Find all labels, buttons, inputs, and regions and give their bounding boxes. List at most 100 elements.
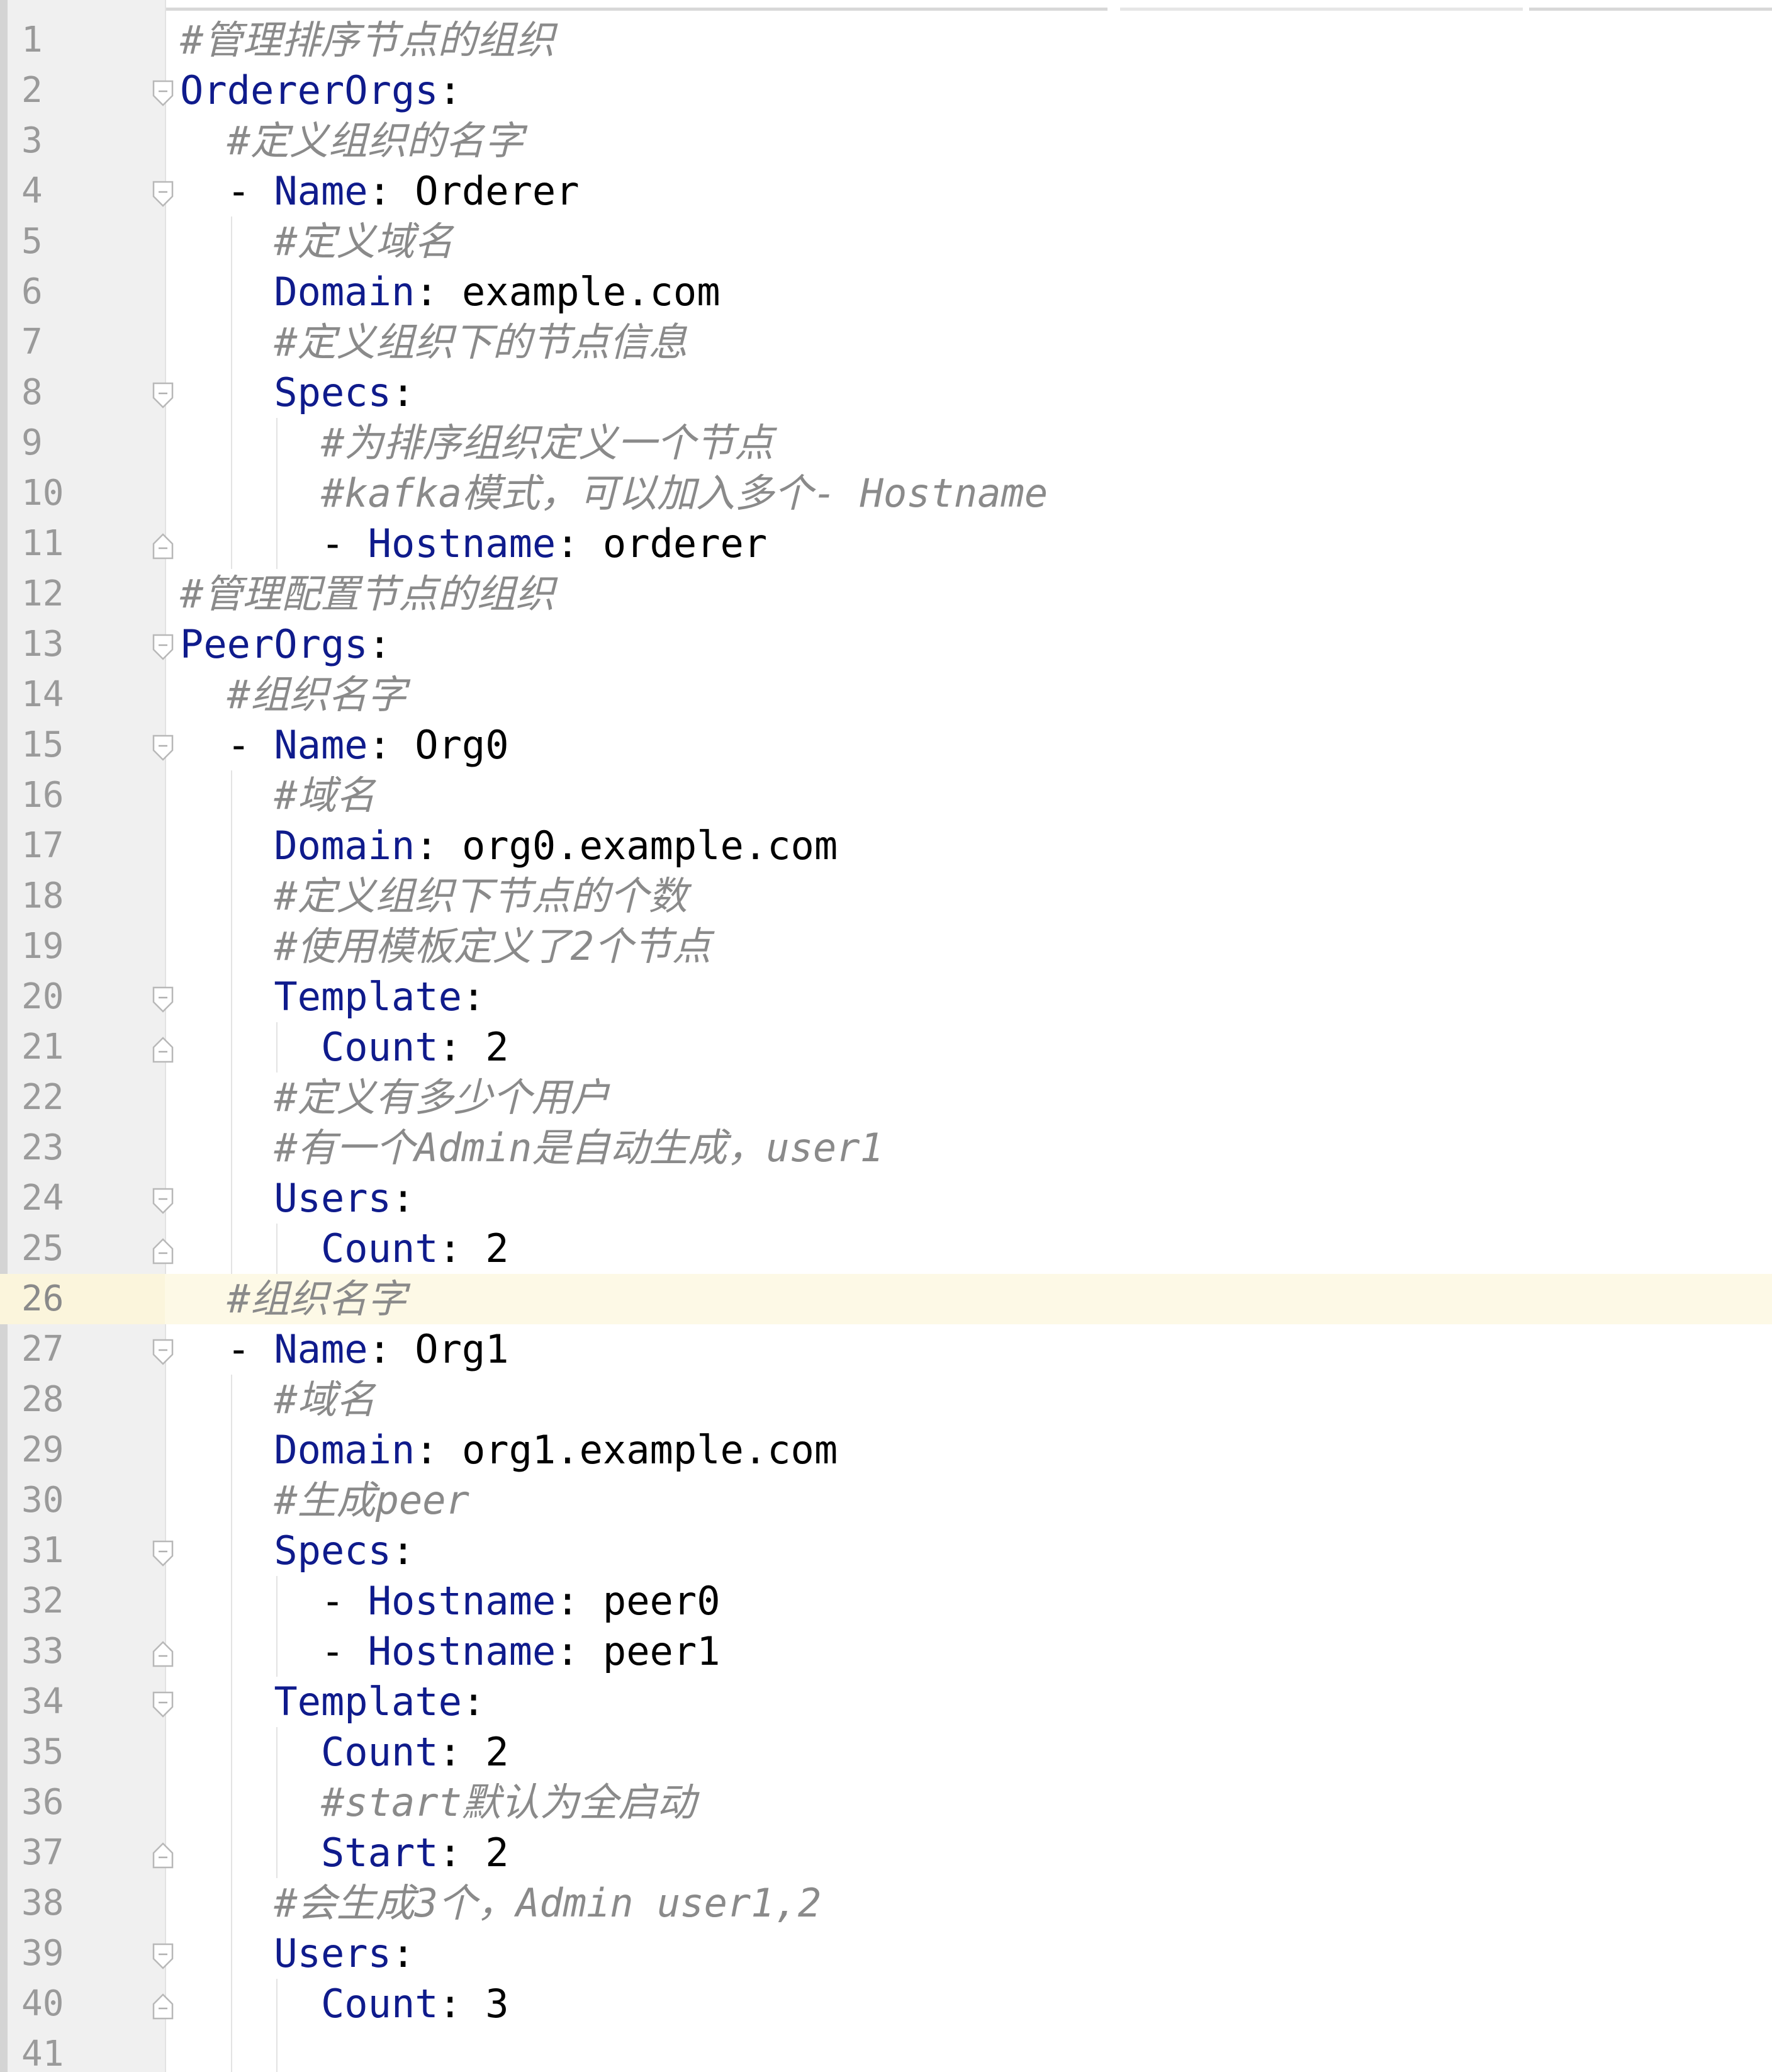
code-text[interactable]: #生成peer <box>180 1475 469 1526</box>
code-text[interactable]: - Name: Org0 <box>180 720 509 770</box>
code-line[interactable]: 34 Template: <box>0 1677 1772 1727</box>
code-line[interactable]: 39 Users: <box>0 1928 1772 1979</box>
code-line[interactable]: 14 #组织名字 <box>0 670 1772 720</box>
code-line[interactable]: 28 #域名 <box>0 1375 1772 1425</box>
fold-end-icon[interactable] <box>151 1993 175 2020</box>
code-line[interactable]: 10 #kafka模式，可以加入多个- Hostname <box>0 468 1772 519</box>
code-line[interactable]: 31 Specs: <box>0 1526 1772 1576</box>
code-text[interactable]: #定义域名 <box>180 217 453 267</box>
code-line[interactable]: 35 Count: 2 <box>0 1727 1772 1777</box>
code-text[interactable]: - Hostname: peer0 <box>180 1576 721 1626</box>
code-line[interactable]: 4 - Name: Orderer <box>0 166 1772 217</box>
fold-start-icon[interactable] <box>151 1942 175 1970</box>
code-line[interactable]: 19 #使用模板定义了2个节点 <box>0 921 1772 972</box>
fold-start-icon[interactable] <box>151 734 175 762</box>
code-text[interactable]: #有一个Admin是自动生成，user1 <box>180 1123 883 1173</box>
code-line[interactable]: 21 Count: 2 <box>0 1022 1772 1073</box>
code-text[interactable]: Count: 2 <box>180 1727 509 1777</box>
code-line[interactable]: 12 #管理配置节点的组织 <box>0 569 1772 619</box>
code-line[interactable]: 13 PeerOrgs: <box>0 619 1772 670</box>
code-text[interactable]: PeerOrgs: <box>180 619 391 670</box>
code-text[interactable]: Template: <box>180 1677 485 1727</box>
code-line[interactable]: 15 - Name: Org0 <box>0 720 1772 770</box>
code-text[interactable]: #会生成3个，Admin user1,2 <box>180 1878 821 1928</box>
code-text[interactable]: Count: 3 <box>180 1979 509 2029</box>
code-text[interactable]: Users: <box>180 1928 415 1979</box>
code-line[interactable]: 8 Specs: <box>0 368 1772 418</box>
fold-end-icon[interactable] <box>151 1237 175 1265</box>
code-line[interactable]: 6 Domain: example.com <box>0 267 1772 317</box>
fold-start-icon[interactable] <box>151 1540 175 1567</box>
code-line[interactable]: 11 - Hostname: orderer <box>0 519 1772 569</box>
code-text[interactable]: Count: 2 <box>180 1022 509 1073</box>
code-line[interactable]: 32 - Hostname: peer0 <box>0 1576 1772 1626</box>
code-line[interactable]: 20 Template: <box>0 972 1772 1022</box>
code-line[interactable]: 9 #为排序组织定义一个节点 <box>0 418 1772 468</box>
code-text[interactable]: #定义组织下节点的个数 <box>180 871 687 921</box>
fold-start-icon[interactable] <box>151 633 175 661</box>
code-text[interactable]: Users: <box>180 1173 415 1224</box>
code-text[interactable]: #start默认为全启动 <box>180 1777 696 1828</box>
code-line[interactable]: 22 #定义有多少个用户 <box>0 1073 1772 1123</box>
code-text[interactable]: Domain: example.com <box>180 267 720 317</box>
code-text[interactable]: - Name: Org1 <box>180 1324 509 1375</box>
code-line[interactable]: 18 #定义组织下节点的个数 <box>0 871 1772 921</box>
fold-start-icon[interactable] <box>151 180 175 208</box>
code-line[interactable]: 7 #定义组织下的节点信息 <box>0 317 1772 368</box>
code-text[interactable]: - Name: Orderer <box>180 166 580 217</box>
code-text[interactable]: Domain: org1.example.com <box>180 1425 838 1475</box>
fold-end-icon[interactable] <box>151 1036 175 1064</box>
code-line[interactable]: 16 #域名 <box>0 770 1772 821</box>
code-line[interactable]: 29 Domain: org1.example.com <box>0 1425 1772 1475</box>
code-line[interactable]: 26 #组织名字 <box>0 1274 1772 1324</box>
code-line[interactable]: 23 #有一个Admin是自动生成，user1 <box>0 1123 1772 1173</box>
code-line[interactable]: 3 #定义组织的名字 <box>0 116 1772 166</box>
code-text[interactable]: #定义组织下的节点信息 <box>180 317 687 368</box>
code-text[interactable]: #为排序组织定义一个节点 <box>180 418 773 468</box>
code-line[interactable]: 25 Count: 2 <box>0 1224 1772 1274</box>
fold-end-icon[interactable] <box>151 1640 175 1668</box>
fold-start-icon[interactable] <box>151 381 175 409</box>
code-text[interactable]: #域名 <box>180 770 375 821</box>
code-line[interactable]: 27 - Name: Org1 <box>0 1324 1772 1375</box>
code-text[interactable]: #组织名字 <box>180 670 407 720</box>
fold-start-icon[interactable] <box>151 1691 175 1718</box>
code-text[interactable]: Count: 2 <box>180 1224 509 1274</box>
code-text[interactable]: - Hostname: orderer <box>180 519 767 569</box>
code-line[interactable]: 2 OrdererOrgs: <box>0 65 1772 116</box>
code-line[interactable]: 36 #start默认为全启动 <box>0 1777 1772 1828</box>
code-text[interactable]: #定义有多少个用户 <box>180 1073 609 1123</box>
code-line[interactable]: 1 #管理排序节点的组织 <box>0 15 1772 65</box>
code-text[interactable]: - Hostname: peer1 <box>180 1626 721 1677</box>
fold-end-icon[interactable] <box>151 532 175 560</box>
code-line[interactable]: 5 #定义域名 <box>0 217 1772 267</box>
code-text[interactable]: #管理配置节点的组织 <box>180 569 554 619</box>
code-line[interactable]: 38 #会生成3个，Admin user1,2 <box>0 1878 1772 1928</box>
code-text[interactable]: Template: <box>180 972 485 1022</box>
code-line[interactable]: 17 Domain: org0.example.com <box>0 821 1772 871</box>
code-text[interactable]: #使用模板定义了2个节点 <box>180 921 711 972</box>
code-text[interactable]: #定义组织的名字 <box>180 116 524 166</box>
fold-end-icon[interactable] <box>151 1842 175 1869</box>
fold-start-icon[interactable] <box>151 79 175 107</box>
code-text[interactable]: Specs: <box>180 368 415 418</box>
code-text[interactable]: Start: 2 <box>180 1828 509 1878</box>
code-line[interactable]: 37 Start: 2 <box>0 1828 1772 1878</box>
code-editor[interactable]: 1 #管理排序节点的组织 2 OrdererOrgs: 3 #定义组织的名字 4 - Na… <box>0 0 1772 2072</box>
code-line[interactable]: 41 <box>0 2029 1772 2072</box>
code-text[interactable]: #管理排序节点的组织 <box>180 15 554 65</box>
code-text[interactable]: #kafka模式，可以加入多个- Hostname <box>180 468 1048 519</box>
code-line[interactable]: 30 #生成peer <box>0 1475 1772 1526</box>
fold-start-icon[interactable] <box>151 986 175 1013</box>
code-line[interactable]: 24 Users: <box>0 1173 1772 1224</box>
code-line[interactable]: 40 Count: 3 <box>0 1979 1772 2029</box>
code-text[interactable]: #域名 <box>180 1375 375 1425</box>
code-text[interactable]: Specs: <box>180 1526 415 1576</box>
code-text[interactable]: OrdererOrgs: <box>180 65 462 116</box>
fold-start-icon[interactable] <box>151 1338 175 1366</box>
fold-start-icon[interactable] <box>151 1187 175 1215</box>
code-text[interactable]: Domain: org0.example.com <box>180 821 838 871</box>
yaml-list-dash: - <box>227 722 274 768</box>
code-line[interactable]: 33 - Hostname: peer1 <box>0 1626 1772 1677</box>
code-text[interactable]: #组织名字 <box>180 1274 407 1324</box>
